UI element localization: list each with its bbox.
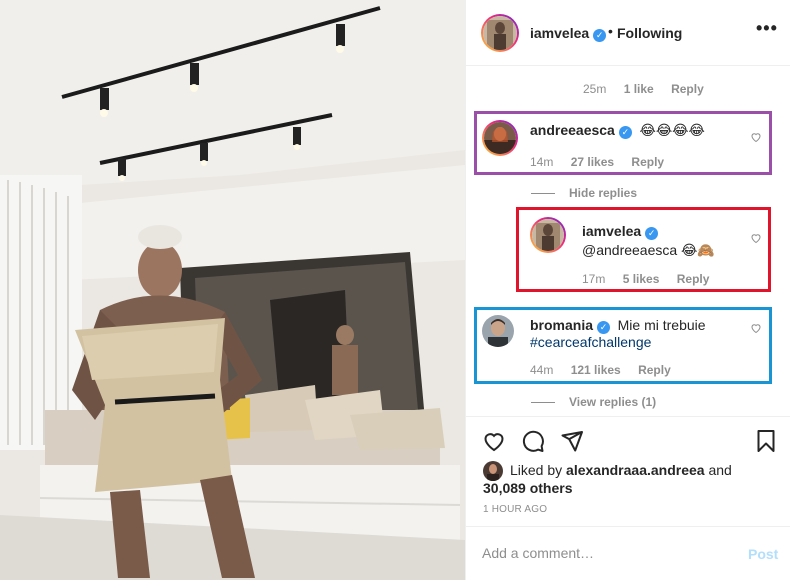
post-photo: [0, 0, 465, 580]
comment-time: 44m: [530, 363, 554, 377]
comment-icon[interactable]: [521, 429, 545, 453]
heart-icon[interactable]: [482, 429, 506, 453]
post-header: iamvelea ✓ • Following •••: [466, 0, 790, 66]
post-sidebar: iamvelea ✓ • Following ••• 25m 1 like Rep…: [465, 0, 790, 580]
reply-link[interactable]: Reply: [677, 272, 710, 286]
commenter-avatar[interactable]: [530, 217, 566, 253]
comment-likes[interactable]: 27 likes: [571, 155, 614, 169]
comment-like-heart-icon[interactable]: [750, 322, 762, 334]
comment-likes[interactable]: 5 likes: [623, 272, 660, 286]
verified-badge-icon: ✓: [597, 321, 611, 334]
action-bar: [466, 416, 790, 452]
replies-divider: [531, 193, 555, 195]
comment-likes[interactable]: 121 likes: [571, 363, 621, 377]
comment-input[interactable]: [482, 545, 722, 561]
comment-like-heart-icon[interactable]: [750, 131, 762, 143]
header-separator: •: [608, 23, 613, 39]
comment-time: 17m: [582, 272, 606, 286]
verified-badge-icon: ✓: [618, 126, 632, 139]
liked-by-conj: and: [708, 462, 732, 478]
comment-meta: 14m 27 likes Reply: [530, 155, 678, 169]
author-avatar[interactable]: [481, 14, 519, 52]
liked-by-prefix: Liked by: [510, 462, 563, 478]
bookmark-icon[interactable]: [754, 429, 778, 453]
hashtag-link[interactable]: #cearceafchallenge: [530, 334, 651, 350]
likes-summary: Liked by alexandraaa.andreea and 30,089 …: [483, 461, 732, 497]
reply-link[interactable]: Reply: [671, 82, 704, 96]
comment-meta: 44m 121 likes Reply: [530, 363, 685, 377]
replies-divider: [531, 402, 555, 404]
post-image: [0, 0, 465, 580]
comment-meta: 17m 5 likes Reply: [582, 272, 723, 286]
liked-by-user[interactable]: alexandraaa.andreea: [566, 462, 705, 478]
comment-time: 25m: [583, 82, 607, 96]
commenter-username[interactable]: iamvelea: [582, 223, 641, 239]
commenter-username[interactable]: andreeaesca: [530, 122, 615, 138]
comment-text-line1: Mie mi trebuie: [617, 317, 706, 333]
verified-badge-icon: ✓: [645, 227, 659, 240]
previous-comment-meta: 25m 1 like Reply: [583, 82, 718, 96]
view-replies-button[interactable]: View replies (1): [531, 395, 656, 409]
comment-likes[interactable]: 1 like: [624, 82, 654, 96]
more-options-icon[interactable]: •••: [756, 18, 778, 39]
comment-text: @andreeaesca 😂🙈: [582, 242, 715, 258]
add-comment-bar: Post: [466, 526, 790, 580]
likes-count[interactable]: 30,089 others: [483, 480, 573, 496]
send-icon[interactable]: [560, 429, 584, 453]
post-timestamp[interactable]: 1 HOUR AGO: [483, 504, 547, 515]
reply-link[interactable]: Reply: [638, 363, 671, 377]
commenter-avatar[interactable]: [482, 315, 514, 347]
following-button[interactable]: Following: [617, 25, 682, 41]
post-button[interactable]: Post: [748, 546, 778, 562]
commenter-avatar[interactable]: [482, 120, 518, 156]
commenter-username[interactable]: bromania: [530, 317, 593, 333]
comment-text: 😂😂😂😂: [639, 122, 705, 138]
hide-replies-button[interactable]: Hide replies: [531, 186, 637, 200]
comment-time: 14m: [530, 155, 554, 169]
comment-like-heart-icon[interactable]: [750, 232, 762, 244]
author-username[interactable]: iamvelea ✓: [530, 25, 607, 42]
verified-badge-icon: ✓: [593, 29, 607, 42]
reply-link[interactable]: Reply: [631, 155, 664, 169]
